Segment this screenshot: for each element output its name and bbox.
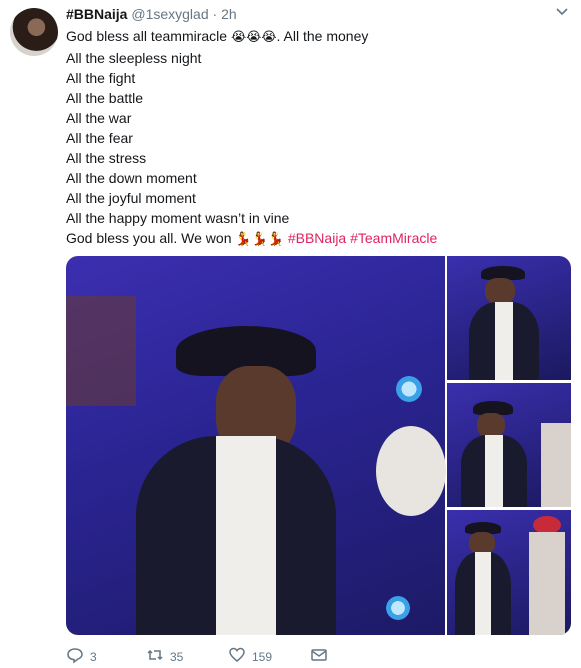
tweet-line: All the down moment: [66, 170, 197, 186]
chevron-down-icon[interactable]: [555, 4, 569, 21]
crying-emoji: 😭😭😭: [230, 30, 277, 45]
tweet-line: God bless you all. We won 💃💃💃 #BBNaija #…: [66, 230, 438, 247]
media-grid: [66, 256, 571, 635]
tweet-actions: 3 35 159: [66, 646, 366, 664]
tweet-line: All the happy moment wasn’t in vine: [66, 210, 290, 226]
tweet-line: All the joyful moment: [66, 190, 196, 206]
envelope-icon: [310, 646, 328, 667]
heart-icon: [228, 646, 246, 667]
tweet-line: All the sleepless night: [66, 50, 202, 66]
avatar[interactable]: [10, 8, 58, 56]
photo-thumb[interactable]: [447, 510, 571, 635]
like-button[interactable]: 159: [228, 646, 272, 667]
tweet-line: All the stress: [66, 150, 147, 166]
tweet-line: All the battle: [66, 90, 144, 106]
tweet-line: All the fight: [66, 70, 136, 86]
tweet-line: All the war: [66, 110, 132, 126]
reply-button[interactable]: 3: [66, 646, 97, 667]
tweet-text: God bless all teammiracle 😭😭😭. All the m…: [66, 26, 566, 250]
photo-main[interactable]: [66, 256, 446, 635]
dancer-emoji: 💃💃💃: [235, 232, 284, 247]
photo-thumb[interactable]: [447, 383, 571, 507]
separator: ·: [212, 6, 218, 22]
author-name[interactable]: #BBNaija: [66, 6, 127, 22]
message-button[interactable]: [310, 646, 328, 667]
like-count: 159: [252, 649, 273, 664]
author-handle[interactable]: @1sexyglad: [131, 6, 208, 22]
tweet-line: All the fear: [66, 130, 133, 146]
reply-count: 3: [90, 649, 97, 664]
timestamp[interactable]: 2h: [221, 6, 237, 22]
retweet-button[interactable]: 35: [146, 646, 183, 667]
reply-icon: [66, 646, 84, 667]
tweet-line: God bless all teammiracle 😭😭😭. All the m…: [66, 28, 369, 45]
tweet-header: #BBNaija @1sexyglad · 2h: [66, 6, 237, 22]
retweet-count: 35: [170, 649, 184, 664]
hashtag-link[interactable]: #TeamMiracle: [350, 230, 437, 246]
photo-thumb[interactable]: [447, 256, 571, 380]
retweet-icon: [146, 646, 164, 667]
hashtag-link[interactable]: #BBNaija: [288, 230, 346, 246]
